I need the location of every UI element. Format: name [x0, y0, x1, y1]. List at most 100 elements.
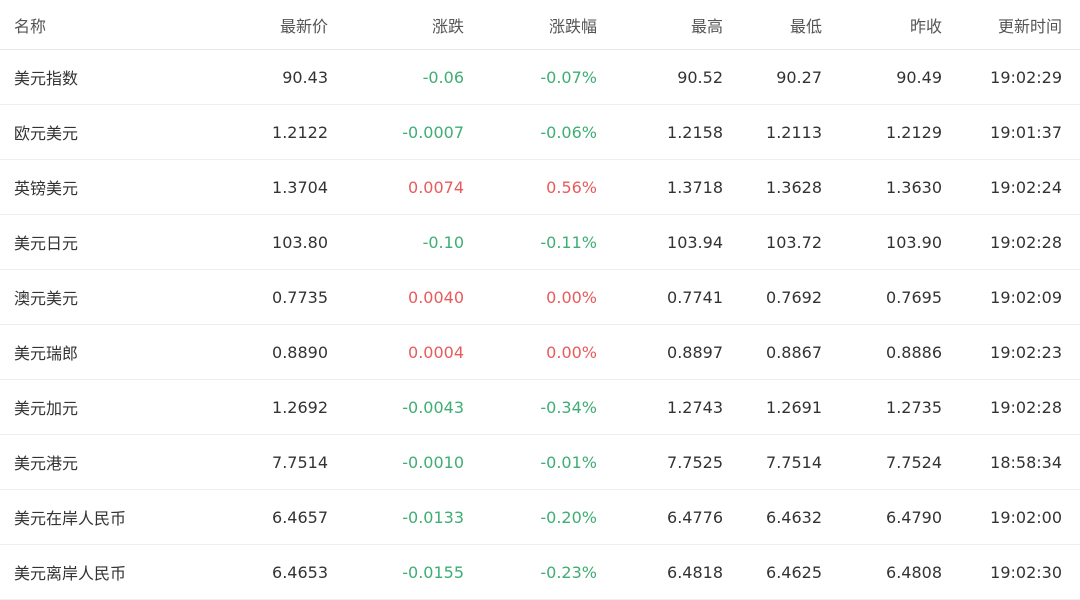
cell-name: 英镑美元 [14, 179, 79, 198]
table-row[interactable]: 美元离岸人民币 6.4653 -0.0155 -0.23% 6.4818 6.4625 6.… [0, 545, 1080, 600]
table-row[interactable]: 澳元美元 0.7735 0.0040 0.00% 0.7741 0.7692 0.7695 1… [0, 270, 1080, 325]
cell-change: -0.10 [422, 232, 464, 252]
cell-change-percent: -0.07% [540, 67, 597, 87]
cell-change: 0.0040 [408, 287, 464, 307]
cell-latest-price: 0.7735 [272, 287, 328, 307]
cell-name: 美元指数 [14, 69, 79, 88]
cell-high: 90.52 [677, 67, 723, 87]
cell-name: 美元日元 [14, 234, 79, 253]
cell-prev-close: 6.4808 [886, 562, 942, 582]
cell-latest-price: 90.43 [282, 67, 328, 87]
cell-change: -0.0155 [402, 562, 464, 582]
cell-change-percent: -0.01% [540, 452, 597, 472]
cell-change-percent: -0.34% [540, 397, 597, 417]
cell-prev-close: 1.3630 [886, 177, 942, 197]
cell-prev-close: 103.90 [886, 232, 942, 252]
cell-high: 1.3718 [667, 177, 723, 197]
cell-latest-price: 1.2692 [272, 397, 328, 417]
cell-low: 6.4625 [766, 562, 822, 582]
cell-high: 6.4776 [667, 507, 723, 527]
cell-high: 0.7741 [667, 287, 723, 307]
header-change[interactable]: 涨跌 [340, 0, 464, 49]
cell-updated-time: 19:02:28 [990, 232, 1062, 252]
cell-name: 美元加元 [14, 399, 79, 418]
cell-prev-close: 1.2129 [886, 122, 942, 142]
cell-change-percent: -0.11% [540, 232, 597, 252]
cell-change-percent: -0.06% [540, 122, 597, 142]
cell-high: 6.4818 [667, 562, 723, 582]
cell-prev-close: 0.7695 [886, 287, 942, 307]
cell-prev-close: 7.7524 [886, 452, 942, 472]
cell-low: 0.7692 [766, 287, 822, 307]
table-row[interactable]: 美元日元 103.80 -0.10 -0.11% 103.94 103.72 103.90 1… [0, 215, 1080, 270]
cell-change: -0.0133 [402, 507, 464, 527]
header-latest-price[interactable]: 最新价 [200, 0, 328, 49]
cell-low: 1.2113 [766, 122, 822, 142]
cell-change-percent: 0.00% [546, 342, 597, 362]
table-row[interactable]: 美元港元 7.7514 -0.0010 -0.01% 7.7525 7.7514 7.752… [0, 435, 1080, 490]
cell-low: 0.8867 [766, 342, 822, 362]
cell-low: 1.2691 [766, 397, 822, 417]
cell-updated-time: 19:02:30 [990, 562, 1062, 582]
table-header-row: 名称 最新价 涨跌 涨跌幅 最高 最低 昨收 更新时间 [0, 0, 1080, 50]
cell-updated-time: 19:01:37 [990, 122, 1062, 142]
cell-high: 1.2158 [667, 122, 723, 142]
cell-high: 0.8897 [667, 342, 723, 362]
header-high[interactable]: 最高 [610, 0, 723, 49]
cell-prev-close: 0.8886 [886, 342, 942, 362]
header-name[interactable]: 名称 [14, 0, 204, 49]
cell-low: 6.4632 [766, 507, 822, 527]
cell-change-percent: 0.56% [546, 177, 597, 197]
header-low[interactable]: 最低 [730, 0, 822, 49]
cell-latest-price: 103.80 [272, 232, 328, 252]
table-row[interactable]: 美元瑞郎 0.8890 0.0004 0.00% 0.8897 0.8867 0.8886 1… [0, 325, 1080, 380]
header-change-percent[interactable]: 涨跌幅 [470, 0, 597, 49]
cell-name: 美元离岸人民币 [14, 564, 127, 583]
cell-change: 0.0004 [408, 342, 464, 362]
cell-name: 澳元美元 [14, 289, 79, 308]
cell-low: 1.3628 [766, 177, 822, 197]
header-prev-close[interactable]: 昨收 [830, 0, 942, 49]
cell-latest-price: 1.2122 [272, 122, 328, 142]
cell-change-percent: -0.23% [540, 562, 597, 582]
table-row[interactable]: 欧元美元 1.2122 -0.0007 -0.06% 1.2158 1.2113 1.212… [0, 105, 1080, 160]
cell-low: 7.7514 [766, 452, 822, 472]
cell-updated-time: 19:02:24 [990, 177, 1062, 197]
cell-updated-time: 19:02:28 [990, 397, 1062, 417]
cell-prev-close: 6.4790 [886, 507, 942, 527]
cell-updated-time: 19:02:29 [990, 67, 1062, 87]
header-updated-time[interactable]: 更新时间 [950, 0, 1062, 49]
cell-high: 103.94 [667, 232, 723, 252]
cell-high: 7.7525 [667, 452, 723, 472]
cell-latest-price: 0.8890 [272, 342, 328, 362]
cell-change-percent: -0.20% [540, 507, 597, 527]
cell-name: 欧元美元 [14, 124, 79, 143]
cell-change: 0.0074 [408, 177, 464, 197]
cell-high: 1.2743 [667, 397, 723, 417]
table-row[interactable]: 英镑美元 1.3704 0.0074 0.56% 1.3718 1.3628 1.3630 1… [0, 160, 1080, 215]
cell-updated-time: 18:58:34 [990, 452, 1062, 472]
cell-change: -0.0010 [402, 452, 464, 472]
table-row[interactable]: 美元加元 1.2692 -0.0043 -0.34% 1.2743 1.2691 1.273… [0, 380, 1080, 435]
cell-updated-time: 19:02:23 [990, 342, 1062, 362]
cell-latest-price: 6.4657 [272, 507, 328, 527]
table-body: 美元指数 90.43 -0.06 -0.07% 90.52 90.27 90.49 19:02… [0, 50, 1080, 600]
cell-change: -0.06 [422, 67, 464, 87]
cell-latest-price: 6.4653 [272, 562, 328, 582]
fx-quote-table: 名称 最新价 涨跌 涨跌幅 最高 最低 昨收 更新时间 美元指数 90.43 -0.… [0, 0, 1080, 600]
cell-latest-price: 7.7514 [272, 452, 328, 472]
cell-updated-time: 19:02:00 [990, 507, 1062, 527]
cell-name: 美元瑞郎 [14, 344, 79, 363]
cell-prev-close: 1.2735 [886, 397, 942, 417]
cell-latest-price: 1.3704 [272, 177, 328, 197]
cell-prev-close: 90.49 [896, 67, 942, 87]
table-row[interactable]: 美元在岸人民币 6.4657 -0.0133 -0.20% 6.4776 6.4632 6.… [0, 490, 1080, 545]
table-row[interactable]: 美元指数 90.43 -0.06 -0.07% 90.52 90.27 90.49 19:02… [0, 50, 1080, 105]
cell-change: -0.0043 [402, 397, 464, 417]
cell-low: 90.27 [776, 67, 822, 87]
cell-updated-time: 19:02:09 [990, 287, 1062, 307]
cell-change: -0.0007 [402, 122, 464, 142]
cell-change-percent: 0.00% [546, 287, 597, 307]
cell-name: 美元港元 [14, 454, 79, 473]
cell-low: 103.72 [766, 232, 822, 252]
